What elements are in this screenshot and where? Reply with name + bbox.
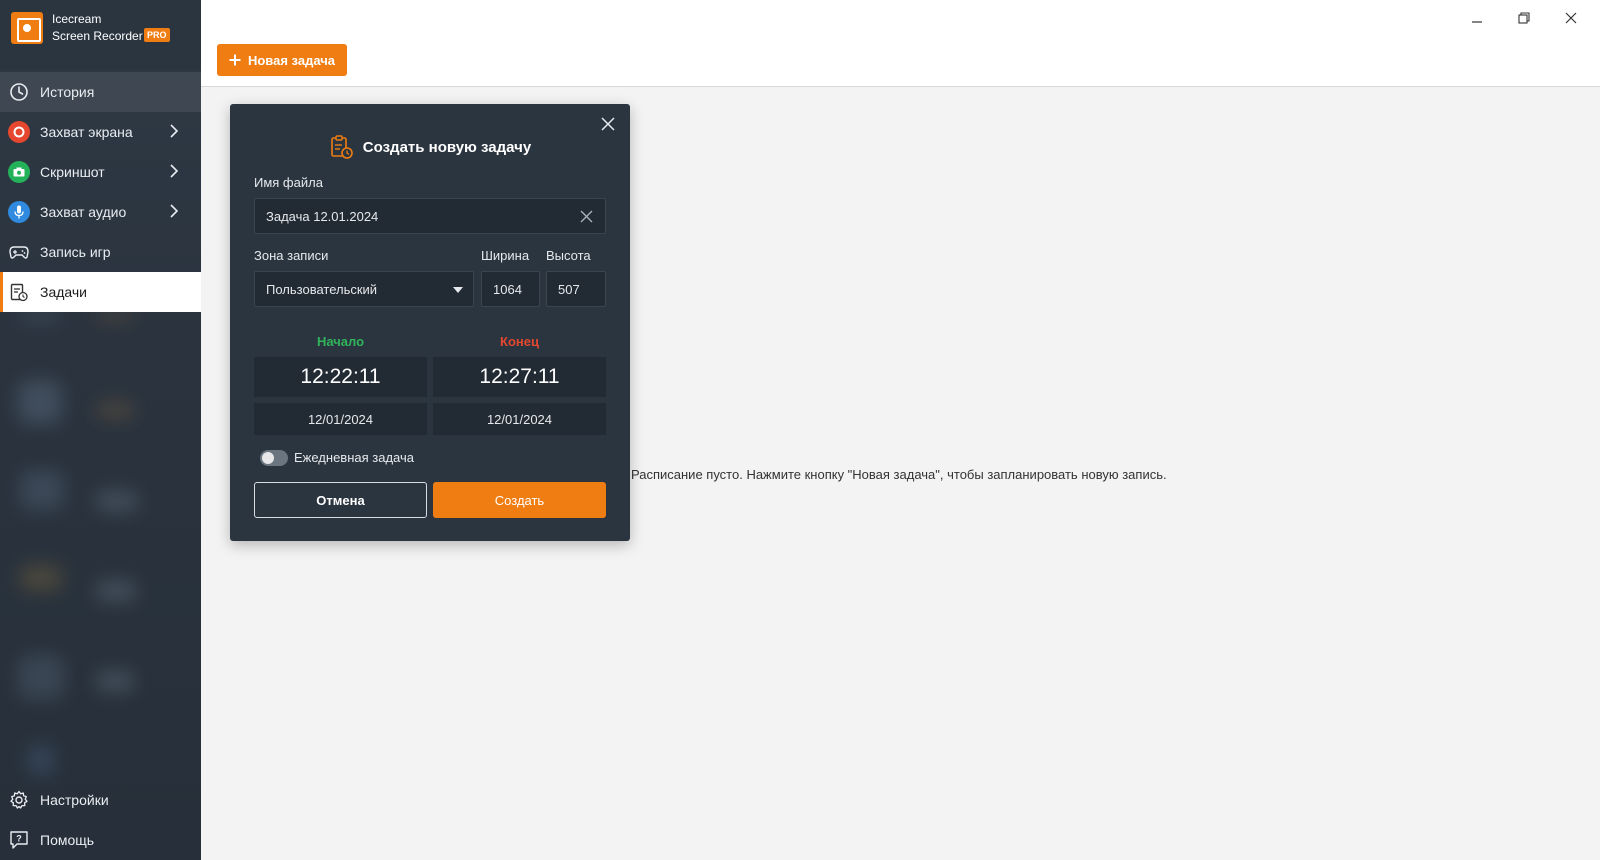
tasks-icon <box>8 281 30 303</box>
gear-icon <box>8 789 30 811</box>
sidebar-item-screenshot[interactable]: Скриншот <box>0 152 201 192</box>
zone-value: Пользовательский <box>266 281 378 297</box>
sidebar-item-label: Запись игр <box>40 244 111 260</box>
sidebar-item-audio-capture[interactable]: Захват аудио <box>0 192 201 232</box>
sidebar-item-help[interactable]: ? Помощь <box>0 820 201 860</box>
zone-label: Зона записи <box>254 248 329 263</box>
clock-icon <box>8 81 30 103</box>
close-window-button[interactable] <box>1557 8 1585 28</box>
close-icon <box>601 117 615 131</box>
restore-icon <box>1518 12 1530 24</box>
chevron-right-icon <box>170 204 179 218</box>
end-date-value: 12/01/2024 <box>486 411 553 427</box>
plus-icon <box>229 54 241 66</box>
zone-select[interactable]: Пользовательский <box>254 271 474 307</box>
sidebar-item-history[interactable]: История <box>0 72 201 112</box>
width-input[interactable]: 1064 <box>481 271 540 307</box>
start-date-value: 12/01/2024 <box>307 411 374 427</box>
app-name-line1: Icecream <box>52 12 102 26</box>
app-brand: Icecream Screen Recorder PRO <box>0 0 201 70</box>
daily-task-toggle[interactable] <box>260 450 288 466</box>
chevron-right-icon <box>170 164 179 178</box>
create-task-dialog: Создать новую задачу Имя файла Задача 12… <box>230 104 630 541</box>
new-task-button[interactable]: Новая задача <box>217 44 347 76</box>
schedule-task-icon <box>330 135 353 159</box>
app-logo-icon <box>11 12 43 44</box>
daily-task-label: Ежедневная задача <box>294 450 414 465</box>
sidebar-item-label: Помощь <box>40 832 95 848</box>
height-label: Высота <box>546 248 591 263</box>
sidebar-item-tasks[interactable]: Задачи <box>0 272 201 312</box>
sidebar-item-screen-capture[interactable]: Захват экрана <box>0 112 201 152</box>
filename-input[interactable]: Задача 12.01.2024 <box>254 198 606 234</box>
restore-button[interactable] <box>1510 8 1538 28</box>
svg-text:?: ? <box>16 834 22 844</box>
sidebar: Icecream Screen Recorder PRO История Зах… <box>0 0 201 860</box>
sidebar-item-label: Скриншот <box>40 164 105 180</box>
sidebar-bottom-nav: Настройки ? Помощь <box>0 780 201 860</box>
camera-icon <box>8 161 30 183</box>
new-task-label: Новая задача <box>247 52 336 68</box>
chevron-right-icon <box>170 124 179 138</box>
end-label: Конец <box>500 334 539 349</box>
width-label: Ширина <box>481 248 530 263</box>
top-bar: Новая задача <box>201 0 1600 87</box>
dialog-close-button[interactable] <box>600 116 618 134</box>
sidebar-item-label: Задачи <box>40 284 88 300</box>
width-value: 1064 <box>493 281 522 297</box>
start-date-picker[interactable]: 12/01/2024 <box>254 403 427 435</box>
filename-value: Задача 12.01.2024 <box>266 208 379 224</box>
app-name-line2: Screen Recorder <box>52 29 143 43</box>
dropdown-arrow-icon <box>453 287 463 293</box>
sidebar-nav: История Захват экрана Скриншот Захват ау… <box>0 72 201 312</box>
cancel-button[interactable]: Отмена <box>254 482 427 518</box>
empty-schedule-message: Расписание пусто. Нажмите кнопку "Новая … <box>631 467 1167 482</box>
sidebar-item-label: Захват аудио <box>40 204 127 220</box>
sidebar-item-label: Захват экрана <box>40 124 133 140</box>
end-time-picker[interactable]: 12:27:11 <box>433 357 606 397</box>
height-input[interactable]: 507 <box>546 271 606 307</box>
sidebar-item-label: История <box>40 84 95 100</box>
start-time-picker[interactable]: 12:22:11 <box>254 357 427 397</box>
create-button[interactable]: Создать <box>433 482 606 518</box>
height-value: 507 <box>558 281 580 297</box>
record-icon <box>8 121 30 143</box>
pro-badge: PRO <box>144 28 170 42</box>
dialog-title: Создать новую задачу <box>362 138 532 156</box>
minimize-icon <box>1472 21 1482 23</box>
sidebar-item-label: Настройки <box>40 792 109 808</box>
close-icon <box>1565 12 1577 24</box>
microphone-icon <box>8 201 30 223</box>
help-icon: ? <box>8 829 30 851</box>
filename-label: Имя файла <box>254 175 323 190</box>
gamepad-icon <box>8 241 30 263</box>
end-date-picker[interactable]: 12/01/2024 <box>433 403 606 435</box>
sidebar-item-game-recording[interactable]: Запись игр <box>0 232 201 272</box>
end-time-value: 12:27:11 <box>479 365 560 388</box>
clear-icon[interactable] <box>580 210 593 223</box>
start-time-value: 12:22:11 <box>300 365 381 388</box>
dialog-header: Создать новую задачу <box>230 134 630 160</box>
start-label: Начало <box>316 334 365 349</box>
minimize-button[interactable] <box>1463 8 1491 28</box>
sidebar-item-settings[interactable]: Настройки <box>0 780 201 820</box>
